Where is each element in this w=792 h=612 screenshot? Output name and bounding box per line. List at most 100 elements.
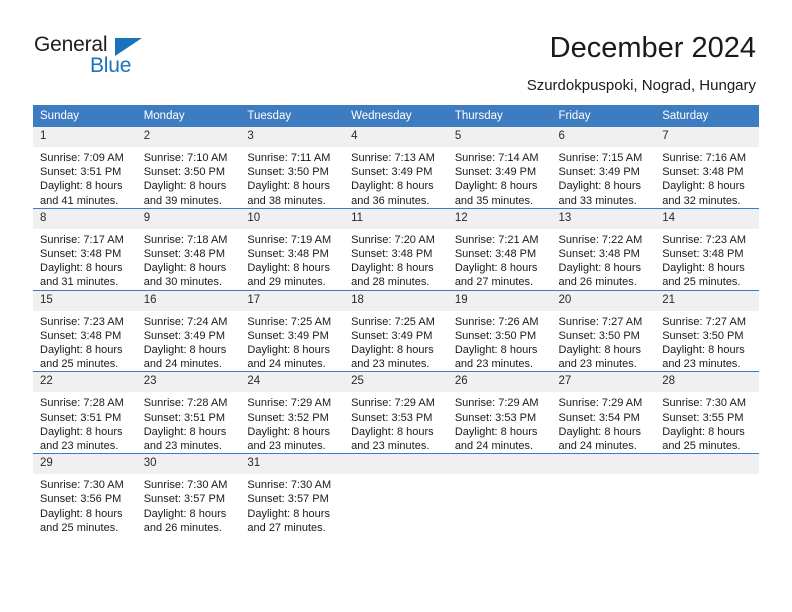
day-number: 8 bbox=[33, 208, 137, 229]
day-number: 13 bbox=[551, 208, 656, 229]
sunrise-text: Sunrise: 7:16 AM bbox=[662, 152, 746, 164]
calendar-day-cell[interactable]: 26 Sunrise: 7:29 AM Sunset: 3:53 PM Dayligh… bbox=[447, 371, 552, 454]
day-sun-info: Sunrise: 7:20 AM Sunset: 3:48 PM Daylight:… bbox=[344, 229, 448, 290]
sunset-text: Sunset: 3:48 PM bbox=[247, 248, 329, 261]
sunrise-text: Sunrise: 7:20 AM bbox=[351, 233, 435, 246]
page-subtitle-location: Szurdokpuspoki, Nograd, Hungary bbox=[526, 77, 756, 94]
calendar-day-cell[interactable]: 17 Sunrise: 7:25 AM Sunset: 3:49 PM Dayligh… bbox=[240, 289, 345, 372]
daylight-text: Daylight: 8 hours and 23 minutes. bbox=[40, 425, 123, 453]
sunset-text: Sunset: 3:50 PM bbox=[143, 166, 226, 179]
calendar-day-cell[interactable]: 1 Sunrise: 7:09 AM Sunset: 3:51 PM Daylight… bbox=[33, 127, 137, 209]
calendar-day-cell[interactable]: 6 Sunrise: 7:15 AM Sunset: 3:49 PM Daylight… bbox=[551, 127, 656, 209]
calendar-body: 1 Sunrise: 7:09 AM Sunset: 3:51 PM Daylight… bbox=[33, 127, 759, 536]
daylight-text: Daylight: 8 hours and 23 minutes. bbox=[247, 425, 330, 453]
day-number: 9 bbox=[136, 208, 241, 229]
calendar-day-cell[interactable]: 28 Sunrise: 7:30 AM Sunset: 3:55 PM Dayligh… bbox=[655, 371, 759, 454]
daylight-text: Daylight: 8 hours and 25 minutes. bbox=[40, 344, 123, 371]
day-number: 22 bbox=[33, 372, 137, 393]
sunrise-text: Sunrise: 7:30 AM bbox=[662, 397, 746, 410]
sunrise-text: Sunrise: 7:27 AM bbox=[558, 315, 643, 328]
day-number bbox=[447, 454, 552, 475]
sunrise-text: Sunrise: 7:30 AM bbox=[40, 479, 124, 492]
weekday-header-thursday: Thursday bbox=[447, 105, 552, 127]
day-sun-info: Sunrise: 7:09 AM Sunset: 3:51 PM Daylight:… bbox=[33, 147, 137, 208]
daylight-text: Daylight: 8 hours and 36 minutes. bbox=[351, 180, 434, 207]
day-sun-info: Sunrise: 7:25 AM Sunset: 3:49 PM Daylight:… bbox=[240, 311, 344, 372]
sunset-text: Sunset: 3:49 PM bbox=[351, 329, 433, 342]
calendar-day-cell[interactable]: 20 Sunrise: 7:27 AM Sunset: 3:50 PM Dayligh… bbox=[551, 289, 656, 372]
day-number: 30 bbox=[136, 454, 241, 475]
daylight-text: Daylight: 8 hours and 24 minutes. bbox=[143, 344, 227, 371]
daylight-text: Daylight: 8 hours and 23 minutes. bbox=[143, 425, 227, 453]
daylight-text: Daylight: 8 hours and 33 minutes. bbox=[558, 180, 642, 207]
day-sun-info: Sunrise: 7:30 AM Sunset: 3:57 PM Daylight:… bbox=[240, 474, 344, 535]
day-number: 17 bbox=[240, 290, 345, 311]
day-number: 16 bbox=[136, 290, 241, 311]
calendar-day-cell[interactable]: 27 Sunrise: 7:29 AM Sunset: 3:54 PM Dayligh… bbox=[551, 371, 656, 454]
calendar-day-cell[interactable]: 7 Sunrise: 7:16 AM Sunset: 3:48 PM Daylight… bbox=[655, 127, 759, 209]
daylight-text: Daylight: 8 hours and 35 minutes. bbox=[454, 180, 538, 207]
calendar-day-cell[interactable]: 8 Sunrise: 7:17 AM Sunset: 3:48 PM Daylight… bbox=[33, 207, 137, 291]
calendar-header-row: Sunday Monday Tuesday Wednesday Thursday Frid… bbox=[33, 105, 759, 127]
calendar-day-cell[interactable]: 11 Sunrise: 7:20 AM Sunset: 3:48 PM Dayligh… bbox=[344, 207, 448, 291]
sunrise-text: Sunrise: 7:10 AM bbox=[143, 152, 228, 164]
calendar-day-cell[interactable]: 5 Sunrise: 7:14 AM Sunset: 3:49 PM Daylight… bbox=[447, 127, 552, 209]
calendar-day-cell[interactable]: 29 Sunrise: 7:30 AM Sunset: 3:56 PM Dayligh… bbox=[33, 453, 137, 536]
day-sun-info: Sunrise: 7:15 AM Sunset: 3:49 PM Daylight:… bbox=[552, 147, 656, 208]
calendar-day-cell-empty bbox=[447, 453, 552, 536]
day-number: 7 bbox=[655, 127, 759, 147]
calendar-day-cell[interactable]: 14 Sunrise: 7:23 AM Sunset: 3:48 PM Dayligh… bbox=[655, 207, 759, 291]
sunset-text: Sunset: 3:52 PM bbox=[247, 411, 329, 424]
day-sun-info: Sunrise: 7:30 AM Sunset: 3:57 PM Daylight:… bbox=[137, 474, 241, 535]
day-sun-info: Sunrise: 7:19 AM Sunset: 3:48 PM Daylight:… bbox=[240, 229, 344, 290]
day-sun-info: Sunrise: 7:11 AM Sunset: 3:50 PM Daylight:… bbox=[240, 147, 344, 208]
day-sun-info: Sunrise: 7:10 AM Sunset: 3:50 PM Daylight:… bbox=[137, 147, 241, 208]
calendar-day-cell[interactable]: 9 Sunrise: 7:18 AM Sunset: 3:48 PM Daylight… bbox=[136, 207, 241, 291]
day-number: 19 bbox=[447, 290, 552, 311]
calendar-day-cell[interactable]: 19 Sunrise: 7:26 AM Sunset: 3:50 PM Dayligh… bbox=[447, 289, 552, 372]
daylight-text: Daylight: 8 hours and 25 minutes. bbox=[40, 507, 123, 534]
day-number bbox=[655, 454, 759, 475]
calendar-day-cell[interactable]: 18 Sunrise: 7:25 AM Sunset: 3:49 PM Dayligh… bbox=[344, 289, 448, 372]
daylight-text: Daylight: 8 hours and 24 minutes. bbox=[558, 425, 642, 453]
day-number: 20 bbox=[551, 290, 656, 311]
calendar-day-cell[interactable]: 25 Sunrise: 7:29 AM Sunset: 3:53 PM Dayligh… bbox=[344, 371, 448, 454]
calendar-day-cell[interactable]: 3 Sunrise: 7:11 AM Sunset: 3:50 PM Daylight… bbox=[240, 127, 345, 209]
day-sun-info: Sunrise: 7:23 AM Sunset: 3:48 PM Daylight:… bbox=[33, 311, 137, 372]
calendar-day-cell[interactable]: 24 Sunrise: 7:29 AM Sunset: 3:52 PM Dayligh… bbox=[240, 371, 345, 454]
calendar-day-cell[interactable]: 22 Sunrise: 7:28 AM Sunset: 3:51 PM Dayligh… bbox=[33, 371, 137, 454]
calendar-day-cell[interactable]: 31 Sunrise: 7:30 AM Sunset: 3:57 PM Dayligh… bbox=[240, 453, 345, 536]
sunrise-text: Sunrise: 7:26 AM bbox=[454, 315, 539, 328]
calendar-day-cell-empty bbox=[655, 453, 759, 536]
calendar-week-row: 22 Sunrise: 7:28 AM Sunset: 3:51 PM Dayligh… bbox=[33, 371, 759, 454]
daylight-text: Daylight: 8 hours and 25 minutes. bbox=[662, 262, 745, 289]
sunrise-text: Sunrise: 7:14 AM bbox=[454, 152, 539, 164]
day-sun-info: Sunrise: 7:13 AM Sunset: 3:49 PM Daylight:… bbox=[344, 147, 448, 208]
daylight-text: Daylight: 8 hours and 29 minutes. bbox=[247, 262, 330, 289]
sunrise-sunset-calendar: Sunday Monday Tuesday Wednesday Thursday Frid… bbox=[33, 105, 759, 536]
calendar-day-cell-empty bbox=[551, 453, 656, 536]
calendar-day-cell[interactable]: 2 Sunrise: 7:10 AM Sunset: 3:50 PM Daylight… bbox=[136, 127, 241, 209]
sunrise-text: Sunrise: 7:25 AM bbox=[247, 315, 332, 328]
sunset-text: Sunset: 3:50 PM bbox=[558, 329, 640, 342]
day-sun-info: Sunrise: 7:29 AM Sunset: 3:53 PM Daylight:… bbox=[344, 392, 448, 453]
calendar-day-cell[interactable]: 15 Sunrise: 7:23 AM Sunset: 3:48 PM Dayligh… bbox=[33, 289, 137, 372]
calendar-day-cell[interactable]: 30 Sunrise: 7:30 AM Sunset: 3:57 PM Dayligh… bbox=[136, 453, 241, 536]
calendar-day-cell[interactable]: 12 Sunrise: 7:21 AM Sunset: 3:48 PM Dayligh… bbox=[447, 207, 552, 291]
day-sun-info: Sunrise: 7:17 AM Sunset: 3:48 PM Daylight:… bbox=[33, 229, 137, 290]
sunset-text: Sunset: 3:56 PM bbox=[40, 493, 122, 506]
calendar-day-cell[interactable]: 23 Sunrise: 7:28 AM Sunset: 3:51 PM Dayligh… bbox=[136, 371, 241, 454]
sunset-text: Sunset: 3:48 PM bbox=[558, 248, 640, 261]
calendar-day-cell[interactable]: 4 Sunrise: 7:13 AM Sunset: 3:49 PM Daylight… bbox=[344, 127, 448, 209]
sunset-text: Sunset: 3:48 PM bbox=[454, 248, 537, 261]
calendar-day-cell[interactable]: 13 Sunrise: 7:22 AM Sunset: 3:48 PM Dayligh… bbox=[551, 207, 656, 291]
calendar-day-cell[interactable]: 10 Sunrise: 7:19 AM Sunset: 3:48 PM Dayligh… bbox=[240, 207, 345, 291]
sunset-text: Sunset: 3:49 PM bbox=[351, 166, 433, 179]
general-blue-logo: General Blue bbox=[34, 33, 184, 83]
calendar-day-cell[interactable]: 21 Sunrise: 7:27 AM Sunset: 3:50 PM Dayligh… bbox=[655, 289, 759, 372]
sunset-text: Sunset: 3:50 PM bbox=[247, 166, 329, 179]
calendar-day-cell[interactable]: 16 Sunrise: 7:24 AM Sunset: 3:49 PM Dayligh… bbox=[136, 289, 241, 372]
day-number: 23 bbox=[136, 372, 241, 393]
daylight-text: Daylight: 8 hours and 41 minutes. bbox=[40, 180, 123, 207]
weekday-header-sunday: Sunday bbox=[33, 105, 137, 127]
